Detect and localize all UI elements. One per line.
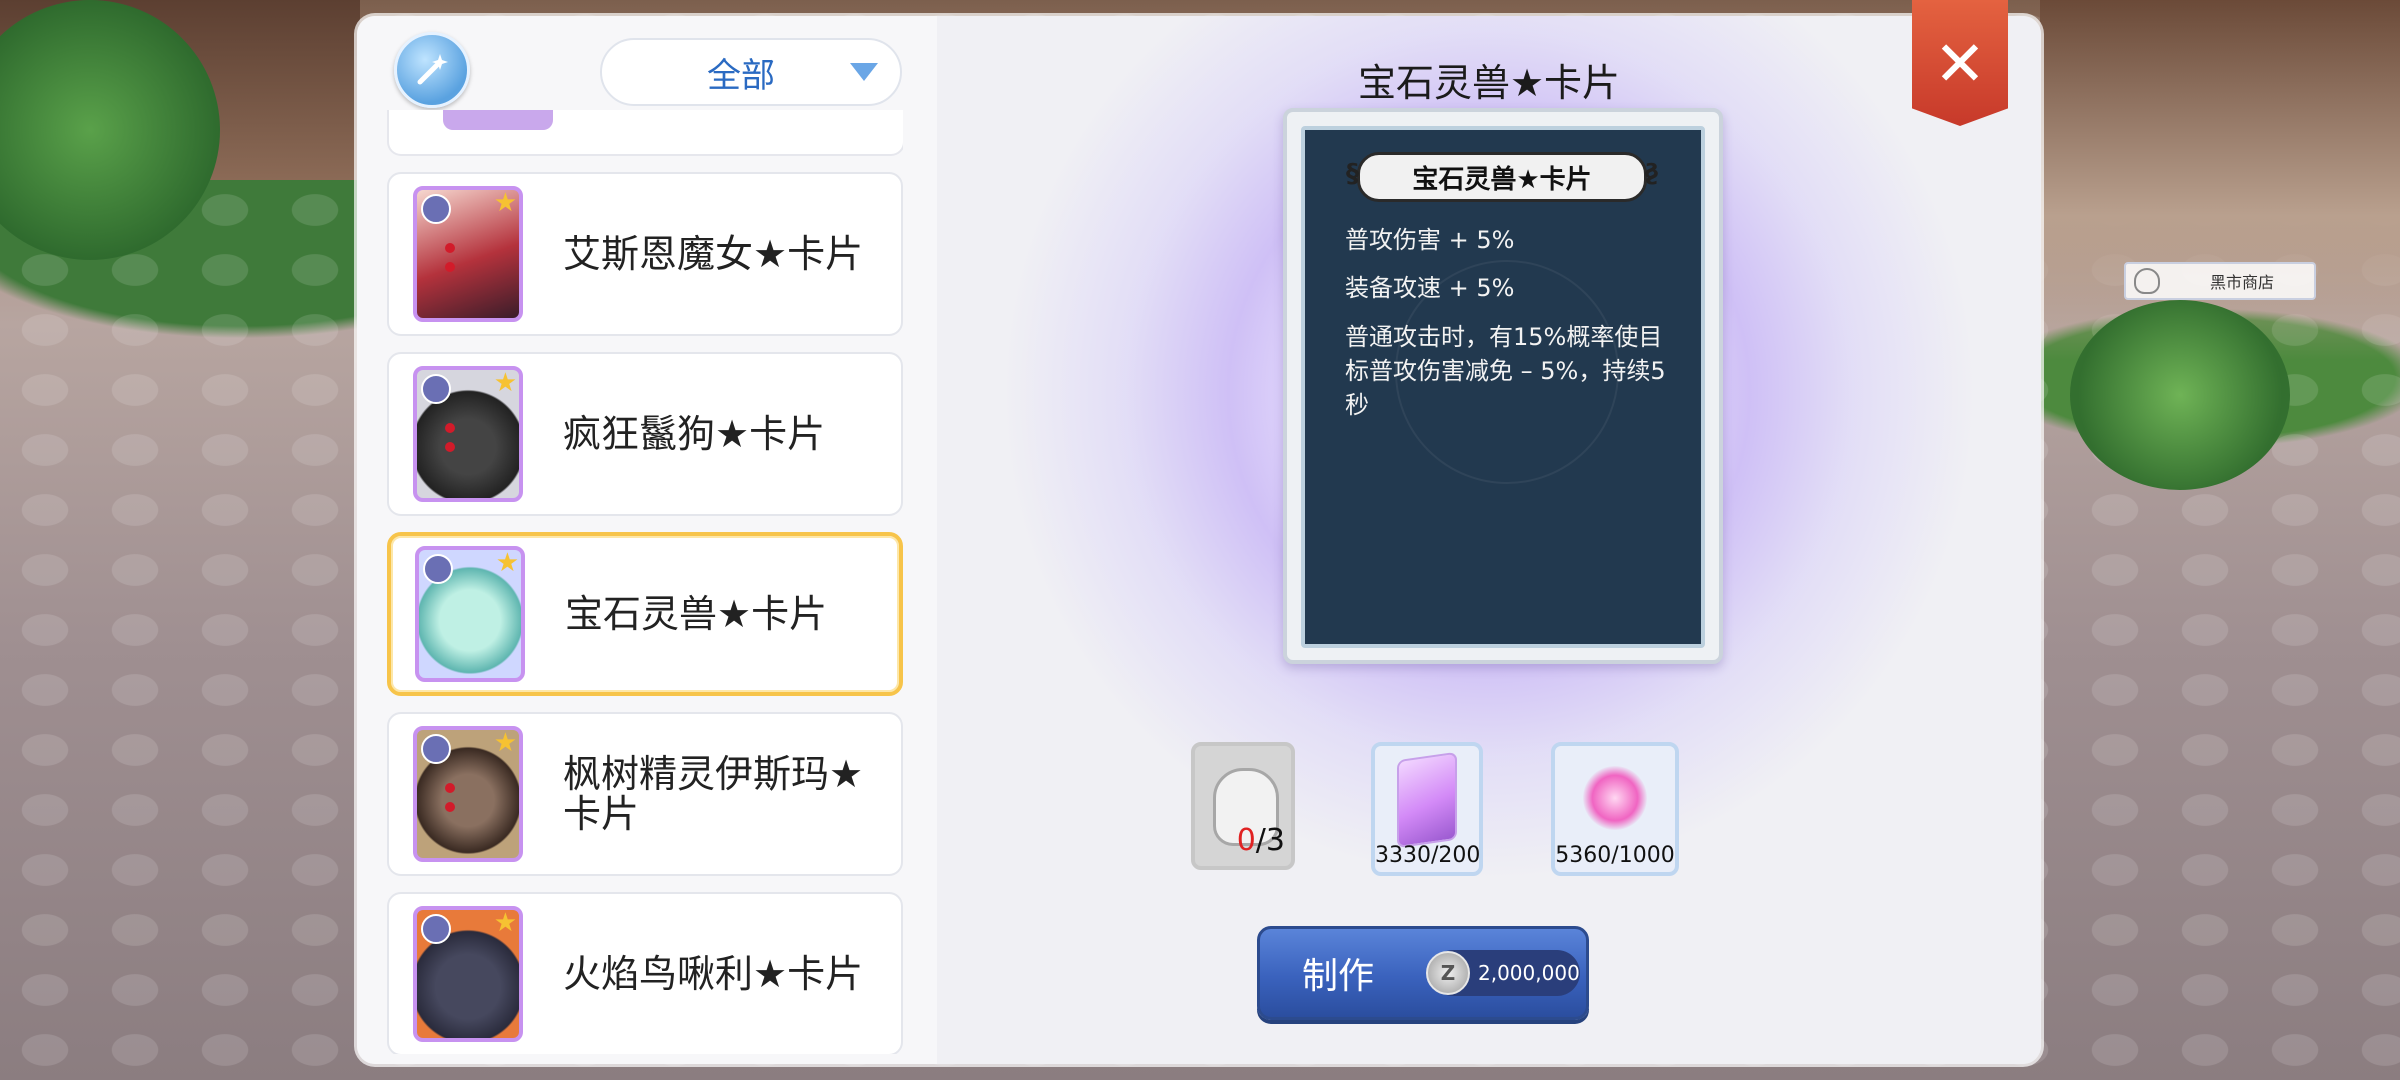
card-name: 疯狂鬣狗★卡片 (563, 412, 826, 456)
price-value: 2,000,000 (1478, 961, 1580, 985)
card-detail-column: 宝石灵兽★卡片 宝石灵兽★卡片 普攻伤害 + 5% 装备攻速 + 5% 普通攻击… (937, 16, 2041, 1064)
card-portrait: ★ (413, 726, 523, 862)
craft-button[interactable]: 制作 Z 2,000,000 (1257, 926, 1589, 1020)
effect-line-2: 装备攻速 + 5% (1345, 274, 1515, 302)
card-name: 艾斯恩魔女★卡片 (563, 232, 864, 276)
list-item-card-3-selected[interactable]: ★ 宝石灵兽★卡片 (387, 532, 903, 696)
list-item-card-2[interactable]: ★ 疯狂鬣狗★卡片 (387, 352, 903, 516)
card-portrait: ★ (413, 366, 523, 502)
star-icon: ★ (493, 728, 517, 758)
card-list-column: 全部 ★ 艾斯恩魔女★卡片 ★ 疯狂鬣狗★卡片 ★ 宝石灵兽★卡片 ★ 枫树精灵… (357, 16, 937, 1064)
material-crystal[interactable]: 3330/2000 (1371, 742, 1483, 876)
card-effects: 普攻伤害 + 5% 装备攻速 + 5% 普通攻击时，有15%概率使目标普攻伤害减… (1345, 224, 1675, 438)
card-portrait: ★ (413, 906, 523, 1042)
effect-line-3: 普通攻击时，有15%概率使目标普攻伤害减免 – 5%，持续5秒 (1345, 323, 1666, 419)
bag-icon (2134, 268, 2160, 294)
card-list[interactable]: ★ 艾斯恩魔女★卡片 ★ 疯狂鬣狗★卡片 ★ 宝石灵兽★卡片 ★ 枫树精灵伊斯玛… (387, 110, 903, 1054)
close-icon: ✕ (1934, 26, 1986, 100)
black-market-shop-sign[interactable]: 黑市商店 (2124, 262, 2316, 300)
star-icon: ★ (495, 548, 519, 578)
shop-sign-label: 黑市商店 (2209, 273, 2274, 292)
pink-dust-icon (1583, 766, 1647, 830)
background-bush-right (2070, 300, 2290, 490)
star-icon: ★ (493, 368, 517, 398)
close-button[interactable]: ✕ (1912, 0, 2008, 126)
list-item-card-1[interactable]: ★ 艾斯恩魔女★卡片 (387, 172, 903, 336)
craft-price: Z 2,000,000 (1426, 950, 1580, 996)
card-craft-panel: 全部 ★ 艾斯恩魔女★卡片 ★ 疯狂鬣狗★卡片 ★ 宝石灵兽★卡片 ★ 枫树精灵… (357, 16, 2041, 1064)
material-count: 0/3 (1236, 823, 1285, 858)
sword-icon (421, 914, 451, 944)
card-name: 火焰鸟啾利★卡片 (563, 952, 864, 996)
magic-wand-icon (417, 54, 448, 85)
card-name: 宝石灵兽★卡片 (565, 592, 828, 636)
filter-selected-label: 全部 (707, 55, 775, 96)
sword-icon (421, 194, 451, 224)
material-dust[interactable]: 5360/1000 (1551, 742, 1679, 876)
dropdown-triangle-icon (850, 63, 878, 81)
star-icon: ★ (493, 908, 517, 938)
crystal-icon (1397, 751, 1457, 849)
card-inner-panel: 宝石灵兽★卡片 普攻伤害 + 5% 装备攻速 + 5% 普通攻击时，有15%概率… (1301, 126, 1705, 648)
crafting-materials: 0/3 3330/2000 5360/1000 (937, 742, 2041, 876)
card-portrait: ★ (413, 186, 523, 322)
material-count: 3330/2000 (1375, 843, 1483, 868)
effect-line-1: 普攻伤害 + 5% (1345, 226, 1515, 254)
list-item-partial[interactable] (387, 110, 903, 156)
material-monster-card[interactable]: 0/3 (1191, 742, 1295, 870)
material-count: 5360/1000 (1555, 843, 1675, 868)
detail-title: 宝石灵兽★卡片 (1357, 61, 1621, 105)
list-item-card-4[interactable]: ★ 枫树精灵伊斯玛★卡片 (387, 712, 903, 876)
list-item-card-5[interactable]: ★ 火焰鸟啾利★卡片 (387, 892, 903, 1054)
magic-wand-button[interactable] (394, 32, 470, 108)
card-name: 枫树精灵伊斯玛★卡片 (563, 752, 864, 836)
card-preview: 宝石灵兽★卡片 普攻伤害 + 5% 装备攻速 + 5% 普通攻击时，有15%概率… (1283, 108, 1723, 664)
zeny-coin-icon: Z (1426, 951, 1470, 995)
category-filter-dropdown[interactable]: 全部 (600, 38, 902, 106)
craft-label: 制作 (1302, 956, 1375, 997)
ring-icon (421, 374, 451, 404)
star-icon: ★ (493, 188, 517, 218)
sword-icon (421, 734, 451, 764)
card-header: 宝石灵兽★卡片 (1346, 152, 1647, 202)
card-portrait: ★ (415, 546, 525, 682)
necklace-icon (423, 554, 453, 584)
